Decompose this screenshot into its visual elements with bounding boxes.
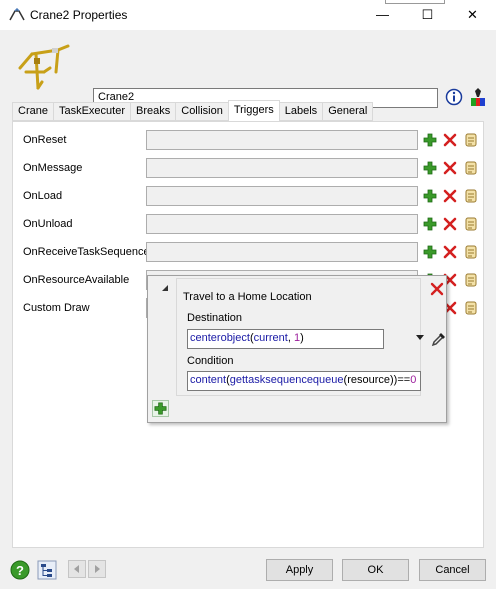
tree-view-icon[interactable]	[37, 560, 57, 580]
dialog-footer: ? Apply OK Cancel	[0, 555, 496, 589]
previous-button[interactable]	[68, 560, 86, 578]
trigger-field[interactable]	[146, 242, 418, 262]
trigger-field[interactable]	[146, 130, 418, 150]
popup-close-icon[interactable]	[430, 282, 444, 296]
scroll-icon[interactable]	[463, 188, 479, 204]
tab-general[interactable]: General	[322, 102, 374, 121]
scroll-icon[interactable]	[463, 244, 479, 260]
tab-collision[interactable]: Collision	[175, 102, 228, 121]
trigger-row-onreset: OnReset	[13, 130, 485, 152]
scroll-icon[interactable]	[463, 160, 479, 176]
scroll-icon[interactable]	[463, 300, 479, 316]
crane-model-icon	[18, 44, 70, 90]
scroll-icon[interactable]	[463, 272, 479, 288]
plus-icon[interactable]	[422, 188, 438, 204]
trigger-label: OnUnload	[23, 218, 73, 230]
next-button[interactable]	[88, 560, 106, 578]
arrow-left-icon	[74, 565, 79, 573]
destination-input[interactable]: centerobject(current, 1)	[187, 329, 384, 349]
trigger-row-onreceivetasksequence: OnReceiveTaskSequence	[13, 242, 485, 264]
trigger-label: OnResourceAvailable	[23, 274, 130, 286]
cancel-button[interactable]: Cancel	[419, 559, 486, 581]
condition-label: Condition	[187, 355, 234, 367]
trigger-row-onload: OnLoad	[13, 186, 485, 208]
popup-option-title: Travel to a Home Location	[183, 291, 312, 303]
destination-dropdown-arrow-icon[interactable]	[416, 335, 424, 340]
delete-x-icon[interactable]	[442, 160, 458, 176]
crane-app-icon	[9, 8, 25, 21]
help-icon[interactable]: ?	[10, 560, 30, 580]
trigger-label: OnMessage	[23, 162, 83, 174]
title-bar: Crane2 Properties — ☐ ✕	[0, 0, 496, 30]
minimize-button[interactable]: —	[360, 0, 405, 30]
tab-crane[interactable]: Crane	[12, 102, 53, 121]
close-button[interactable]: ✕	[450, 0, 495, 30]
ok-button[interactable]: OK	[342, 559, 409, 581]
trigger-popup-editor: Travel to a Home Location Destination ce…	[147, 275, 447, 423]
condition-input[interactable]: content(gettasksequencequeue(resource))=…	[187, 371, 421, 391]
object-header: Crane2	[0, 30, 496, 108]
popup-option-box: Travel to a Home Location Destination ce…	[176, 278, 445, 396]
eyedropper-icon[interactable]	[431, 331, 447, 347]
collapse-triangle-icon[interactable]	[162, 285, 168, 291]
trigger-row-onmessage: OnMessage	[13, 158, 485, 180]
tab-strip: Crane TaskExecuter Breaks Collision Trig…	[12, 100, 374, 121]
svg-text:?: ?	[16, 563, 24, 578]
info-icon[interactable]	[445, 88, 463, 106]
trigger-field[interactable]	[146, 186, 418, 206]
tab-taskexecuter[interactable]: TaskExecuter	[52, 102, 130, 121]
trigger-label: OnLoad	[23, 190, 63, 202]
delete-x-icon[interactable]	[442, 132, 458, 148]
scroll-icon[interactable]	[463, 216, 479, 232]
trigger-label: OnReset	[23, 134, 67, 146]
plus-icon[interactable]	[422, 160, 438, 176]
plus-icon[interactable]	[422, 216, 438, 232]
trigger-label: OnReceiveTaskSequence	[23, 246, 150, 258]
plus-icon[interactable]	[422, 244, 438, 260]
scroll-icon[interactable]	[463, 132, 479, 148]
delete-x-icon[interactable]	[442, 244, 458, 260]
arrow-right-icon	[95, 565, 100, 573]
destination-label: Destination	[187, 312, 243, 324]
tab-triggers[interactable]: Triggers	[227, 100, 280, 121]
trigger-field[interactable]	[146, 158, 418, 178]
tab-labels[interactable]: Labels	[279, 102, 323, 121]
trigger-field[interactable]	[146, 214, 418, 234]
trigger-label: Custom Draw	[23, 302, 90, 314]
plus-icon	[154, 402, 167, 415]
plus-icon[interactable]	[422, 132, 438, 148]
delete-x-icon[interactable]	[442, 216, 458, 232]
tab-breaks[interactable]: Breaks	[130, 102, 176, 121]
color-palette-icon[interactable]	[469, 87, 487, 107]
window-title: Crane2 Properties	[30, 8, 128, 22]
trigger-row-onunload: OnUnload	[13, 214, 485, 236]
popup-add-button[interactable]	[152, 400, 169, 417]
delete-x-icon[interactable]	[442, 188, 458, 204]
apply-button[interactable]: Apply	[266, 559, 333, 581]
maximize-button[interactable]: ☐	[405, 0, 450, 30]
